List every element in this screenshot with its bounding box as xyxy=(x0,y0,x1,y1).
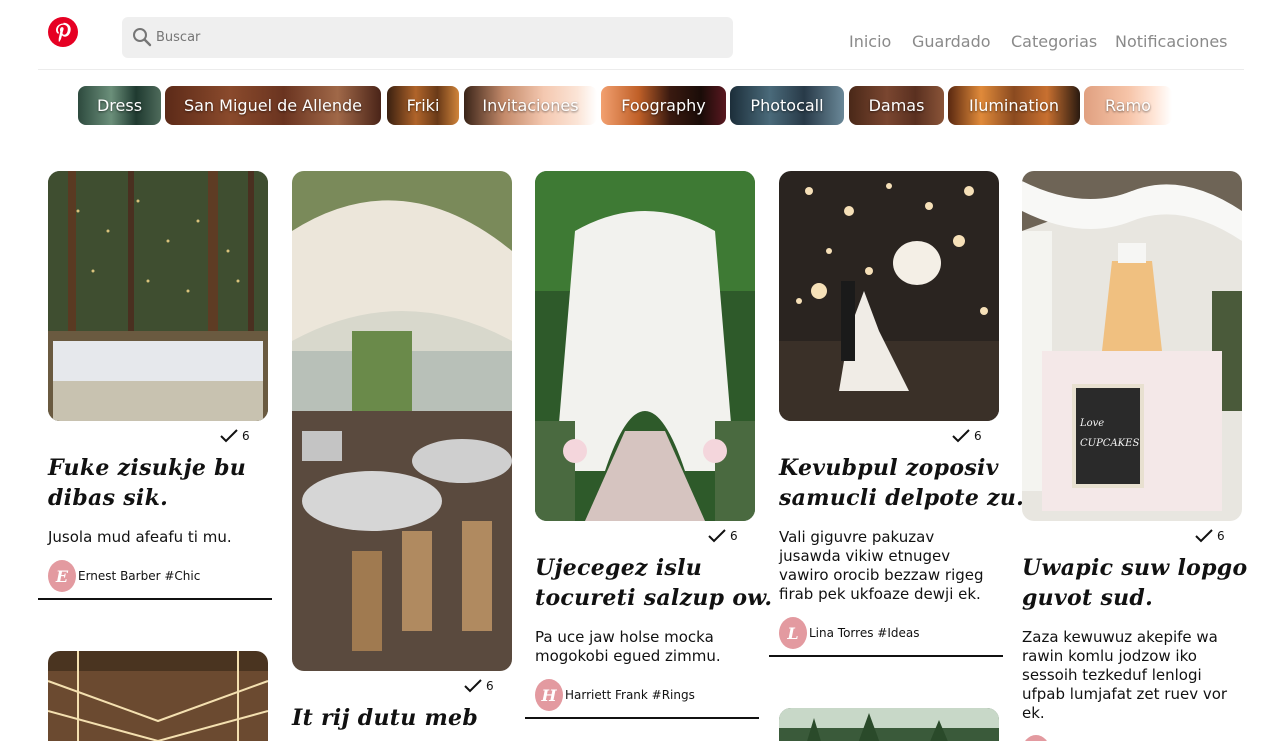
saves-count: 6 xyxy=(974,429,982,443)
chip-label: Photocall xyxy=(750,96,824,115)
chip-san-miguel[interactable]: San Miguel de Allende xyxy=(165,86,381,125)
author-tag: Harriett Frank #Rings xyxy=(565,688,695,702)
saves-count: 6 xyxy=(1217,529,1225,543)
chip-ilumination[interactable]: Ilumination xyxy=(948,86,1080,125)
pin-title-line: It rij dutu meb xyxy=(292,705,479,731)
chip-label: Foography xyxy=(621,96,706,115)
chip-label: Invitaciones xyxy=(482,96,579,115)
check-icon xyxy=(464,679,482,693)
header-divider xyxy=(38,69,1244,70)
saves-count: 6 xyxy=(730,529,738,543)
pin-title-line: tocureti salzup ow. xyxy=(535,585,773,611)
avatar: L xyxy=(779,617,807,649)
pin-title[interactable]: Fuke zisukje bu dibas sik. xyxy=(48,453,246,513)
chip-label: Ilumination xyxy=(969,96,1059,115)
pin-desc-line: mogokobi egued zimmu. xyxy=(535,647,721,665)
pin-description: Pa uce jaw holse mocka mogokobi egued zi… xyxy=(535,628,721,666)
pin-title-line: Kevubpul zoposiv xyxy=(779,455,999,481)
avatar: H xyxy=(535,679,563,711)
pin-desc-line: Vali giguvre pakuzav xyxy=(779,528,935,546)
pin-author[interactable]: H Harriett Frank #Rings xyxy=(535,679,695,711)
nav-notificaciones[interactable]: Notificaciones xyxy=(1115,32,1228,51)
pin-desc-line: sessoih tezkeduf lenlogi xyxy=(1022,666,1202,684)
pin-author[interactable]: L Lina Torres #Ideas xyxy=(779,617,919,649)
avatar: E xyxy=(48,560,76,592)
pin-description: Jusola mud afeafu ti mu. xyxy=(48,528,232,547)
pin-image-forest-tables[interactable] xyxy=(48,171,268,421)
chip-foography[interactable]: Foography xyxy=(601,86,726,125)
chip-ramo[interactable]: Ramo xyxy=(1084,86,1172,125)
pin-desc-line: jusawda vikiw etnugev xyxy=(779,547,951,565)
check-icon xyxy=(708,529,726,543)
pin-title[interactable]: It rij dutu meb xyxy=(292,703,478,733)
card-divider xyxy=(525,717,759,719)
pin-desc-line: Zaza kewuwuz akepife wa xyxy=(1022,628,1218,646)
pin-desc-line: ek. xyxy=(1022,704,1045,722)
pin-title[interactable]: Kevubpul zoposiv samucli delpote zu. xyxy=(779,453,1024,513)
card-divider xyxy=(769,655,1003,657)
pin-image-trees[interactable] xyxy=(779,708,999,741)
pin-image-lanterns-couple[interactable] xyxy=(779,171,999,421)
pin-saves: 6 xyxy=(1195,529,1225,543)
svg-text:Love: Love xyxy=(1079,418,1104,429)
chip-friki[interactable]: Friki xyxy=(387,86,459,125)
pin-image-tent-reception[interactable] xyxy=(292,171,512,671)
pinterest-logo[interactable] xyxy=(48,17,78,47)
chip-label: Dress xyxy=(96,96,143,115)
chip-label: San Miguel de Allende xyxy=(183,96,362,115)
chip-dress[interactable]: Dress xyxy=(78,86,161,125)
search-input[interactable] xyxy=(156,17,716,58)
svg-text:CUPCAKES: CUPCAKES xyxy=(1080,438,1139,449)
pin-desc-line: rawin komlu jodzow iko xyxy=(1022,647,1197,665)
search-bar[interactable] xyxy=(122,17,733,58)
pin-desc-line: Pa uce jaw holse mocka xyxy=(535,628,714,646)
pin-title-line: dibas sik. xyxy=(48,485,169,511)
pin-image-drape-aisle[interactable] xyxy=(535,171,755,521)
author-tag: Lina Torres #Ideas xyxy=(809,626,920,640)
saves-count: 6 xyxy=(242,429,250,443)
pin-saves: 6 xyxy=(220,429,250,443)
pin-title-line: Ujecegez islu xyxy=(535,555,703,581)
pin-title-line: samucli delpote zu. xyxy=(779,485,1025,511)
check-icon xyxy=(220,429,238,443)
pin-saves: 6 xyxy=(952,429,982,443)
card-divider xyxy=(38,598,272,600)
author-tag: Ernest Barber #Chic xyxy=(78,569,201,583)
check-icon xyxy=(952,429,970,443)
pin-desc-line: firab pek ukfoaze dewji ek. xyxy=(779,585,981,603)
header: Inicio Guardado Categorias Notificacione… xyxy=(0,0,1287,70)
chip-photocall[interactable]: Photocall xyxy=(730,86,844,125)
chip-label: Friki xyxy=(406,96,440,115)
nav-categorias[interactable]: Categorias xyxy=(1011,32,1097,51)
chip-label: Damas xyxy=(868,96,925,115)
pin-image-cupcake-tower[interactable]: Love CUPCAKES xyxy=(1022,171,1242,521)
pinterest-icon xyxy=(56,22,71,42)
pin-author[interactable]: E Ernest Barber #Chic xyxy=(48,560,200,592)
pin-saves: 6 xyxy=(708,529,738,543)
saves-count: 6 xyxy=(486,679,494,693)
pin-desc-line: Jusola mud afeafu ti mu. xyxy=(48,528,232,546)
chip-damas[interactable]: Damas xyxy=(849,86,944,125)
pin-saves: 6 xyxy=(464,679,494,693)
pin-description: Vali giguvre pakuzav jusawda vikiw etnug… xyxy=(779,528,984,604)
pin-description: Zaza kewuwuz akepife wa rawin komlu jodz… xyxy=(1022,628,1227,723)
pin-image-pergola-lights[interactable] xyxy=(48,651,268,741)
pin-title[interactable]: Uwapic suw lopgo guvot sud. xyxy=(1022,553,1247,613)
avatar xyxy=(1022,735,1050,741)
pin-desc-line: vawiro orocib bezzaw rigeg xyxy=(779,566,984,584)
chip-label: Ramo xyxy=(1105,96,1151,115)
pin-title[interactable]: Ujecegez islu tocureti salzup ow. xyxy=(535,553,772,613)
pin-title-line: guvot sud. xyxy=(1022,585,1154,611)
check-icon xyxy=(1195,529,1213,543)
pin-title-line: Fuke zisukje bu xyxy=(48,455,247,481)
search-icon xyxy=(133,28,152,47)
nav-inicio[interactable]: Inicio xyxy=(849,32,891,51)
nav-guardado[interactable]: Guardado xyxy=(912,32,991,51)
pin-title-line: Uwapic suw lopgo xyxy=(1022,555,1248,581)
pin-desc-line: ufpab lumjafat zet ruev vor xyxy=(1022,685,1228,703)
chip-invitaciones[interactable]: Invitaciones xyxy=(464,86,597,125)
